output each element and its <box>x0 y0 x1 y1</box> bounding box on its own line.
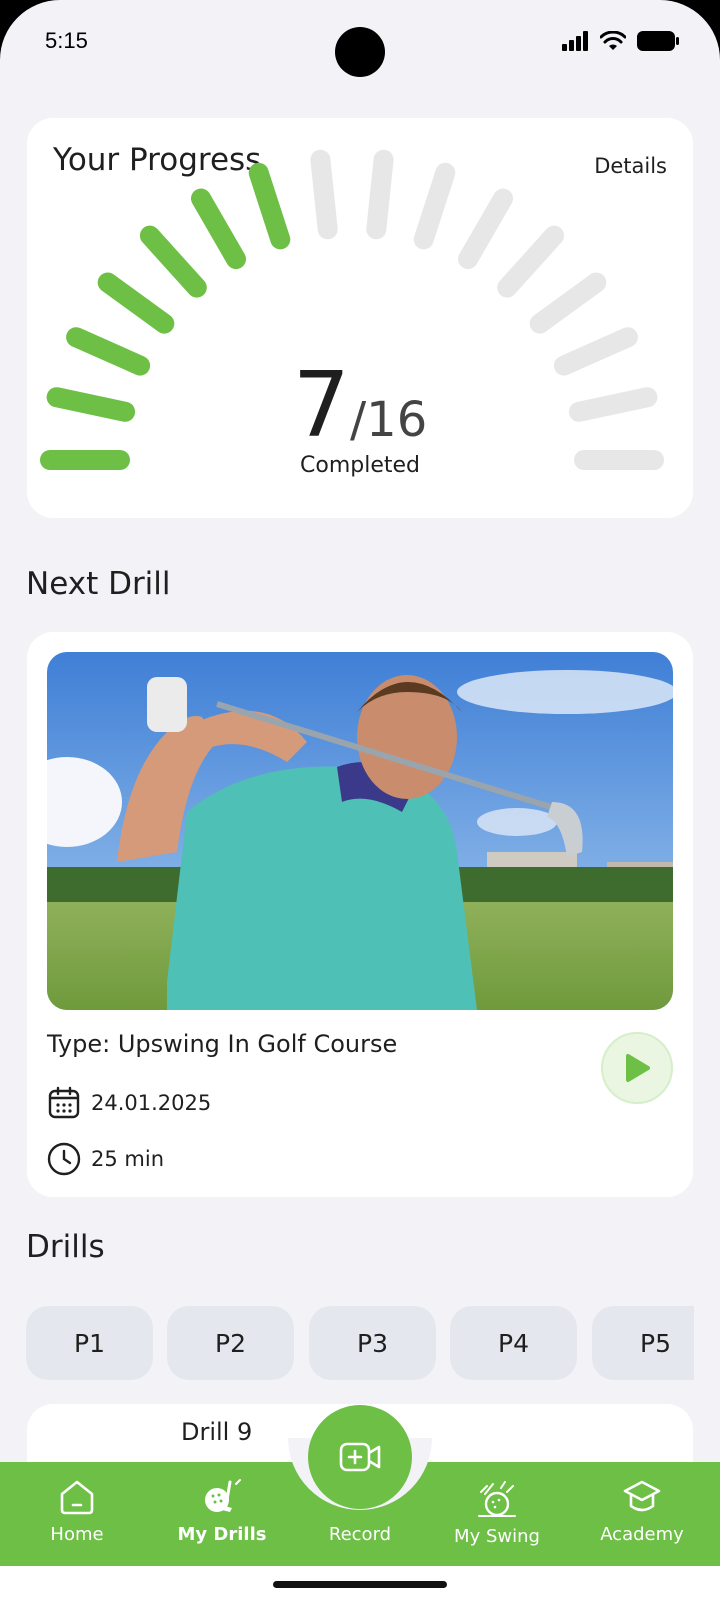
progress-count: 7/16 <box>27 353 693 458</box>
drill-duration-row: 25 min <box>47 1142 164 1176</box>
next-drill-heading: Next Drill <box>26 566 171 602</box>
drill-photo <box>47 652 673 1010</box>
calendar-icon <box>48 1086 80 1119</box>
front-camera <box>335 27 385 77</box>
clock-icon <box>47 1142 81 1176</box>
gauge-segment-todo <box>529 272 607 334</box>
total-count: /16 <box>350 392 428 448</box>
status-time: 5:15 <box>45 28 88 53</box>
home-icon <box>60 1480 94 1515</box>
nav-home-label: Home <box>50 1524 104 1545</box>
record-button[interactable] <box>308 1405 412 1509</box>
gauge-segment-todo <box>366 149 394 240</box>
nav-my-swing[interactable]: My Swing <box>432 1478 562 1547</box>
video-add-icon <box>339 1442 381 1472</box>
drill-type: Type: Upswing In Golf Course <box>47 1030 398 1058</box>
nav-home[interactable]: Home <box>12 1478 142 1545</box>
drill-date-row: 24.01.2025 <box>47 1086 211 1120</box>
nav-my-swing-label: My Swing <box>454 1526 540 1547</box>
home-indicator[interactable] <box>273 1581 447 1588</box>
academy-icon <box>623 1480 661 1512</box>
nav-academy-label: Academy <box>600 1524 684 1545</box>
nav-my-drills-label: My Drills <box>177 1524 267 1545</box>
battery-icon <box>637 31 679 51</box>
drill-duration: 25 min <box>91 1147 164 1171</box>
gauge-segment-todo <box>458 188 513 270</box>
golf-ball-icon <box>205 1479 241 1512</box>
nav-my-drills[interactable]: My Drills <box>157 1478 287 1545</box>
gauge-segment-done <box>97 272 175 334</box>
gauge-segment-done <box>139 225 207 298</box>
status-bar: 5:15 <box>0 0 720 90</box>
tab-p2[interactable]: P2 <box>167 1306 294 1380</box>
drill-tabs: P1 P2 P3 P4 P5 <box>26 1306 694 1380</box>
tab-p1[interactable]: P1 <box>26 1306 153 1380</box>
status-icons <box>562 30 680 52</box>
signal-icon <box>562 31 588 51</box>
next-drill-card[interactable]: Type: Upswing In Golf Course 24.01.2025 … <box>27 632 693 1197</box>
gauge-segment-done <box>248 162 291 250</box>
golfer-photo <box>47 652 673 1010</box>
play-icon <box>626 1054 650 1082</box>
tab-p3[interactable]: P3 <box>309 1306 436 1380</box>
gauge-segment-todo <box>497 225 565 298</box>
progress-card: Your Progress Details 7/16 Completed <box>27 118 693 518</box>
drill-item-title: Drill 9 <box>181 1418 253 1446</box>
play-button[interactable] <box>601 1032 673 1104</box>
tab-p5[interactable]: P5 <box>592 1306 694 1380</box>
drill-date: 24.01.2025 <box>91 1091 212 1115</box>
swing-icon <box>478 1481 516 1517</box>
nav-academy[interactable]: Academy <box>577 1478 707 1545</box>
tab-p4[interactable]: P4 <box>450 1306 577 1380</box>
drills-heading: Drills <box>26 1229 105 1265</box>
progress-label: Completed <box>300 453 420 478</box>
wifi-icon <box>600 31 626 50</box>
completed-count: 7 <box>292 353 350 458</box>
nav-record-label[interactable]: Record <box>300 1524 420 1545</box>
gauge-segment-todo <box>413 162 456 250</box>
gauge-segment-done <box>191 188 246 270</box>
gauge-segment-todo <box>310 149 338 240</box>
